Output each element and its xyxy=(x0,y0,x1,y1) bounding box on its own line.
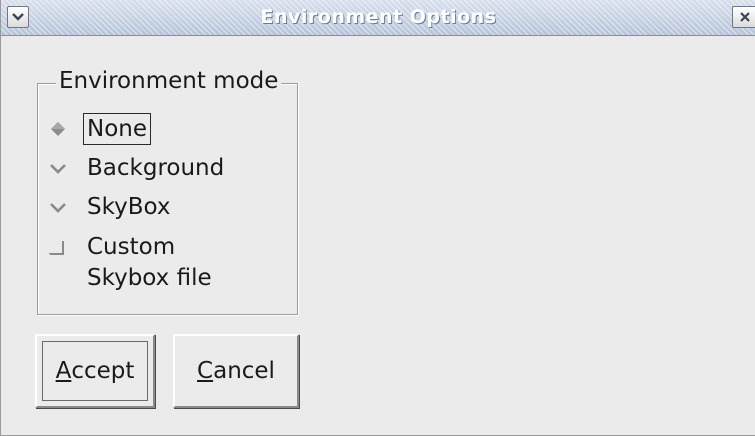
accept-mnemonic: A xyxy=(55,358,72,384)
environment-mode-legend: Environment mode xyxy=(56,66,282,96)
custom-skybox-label: Custom Skybox file xyxy=(87,232,257,294)
accept-button[interactable]: Accept xyxy=(35,334,155,408)
radio-none-label: None xyxy=(83,113,152,145)
cancel-label-rest: ancel xyxy=(213,358,275,384)
cancel-mnemonic: C xyxy=(197,358,214,384)
radio-unselected-icon xyxy=(47,196,69,218)
title-bar[interactable]: Environment Options xyxy=(1,0,755,36)
custom-skybox-label-line1: Custom xyxy=(87,234,176,260)
radio-skybox-label: SkyBox xyxy=(87,194,171,220)
custom-skybox-label-line2: Skybox file xyxy=(87,265,212,291)
close-icon xyxy=(739,11,751,23)
custom-skybox-checkbox[interactable]: Custom Skybox file xyxy=(47,232,257,294)
radio-background-label: Background xyxy=(87,155,225,181)
radio-background[interactable]: Background xyxy=(47,151,224,185)
radio-skybox[interactable]: SkyBox xyxy=(47,190,170,224)
radio-none[interactable]: None xyxy=(47,112,152,146)
environment-options-window: Environment Options Environment mode Non… xyxy=(0,0,755,436)
checkbox-unchecked-icon xyxy=(47,238,69,260)
accept-label-rest: ccept xyxy=(71,358,135,384)
cancel-button[interactable]: Cancel xyxy=(173,334,299,408)
window-title: Environment Options xyxy=(260,6,497,28)
radio-selected-icon xyxy=(47,118,69,140)
radio-unselected-icon xyxy=(47,157,69,179)
close-button[interactable] xyxy=(732,6,755,28)
